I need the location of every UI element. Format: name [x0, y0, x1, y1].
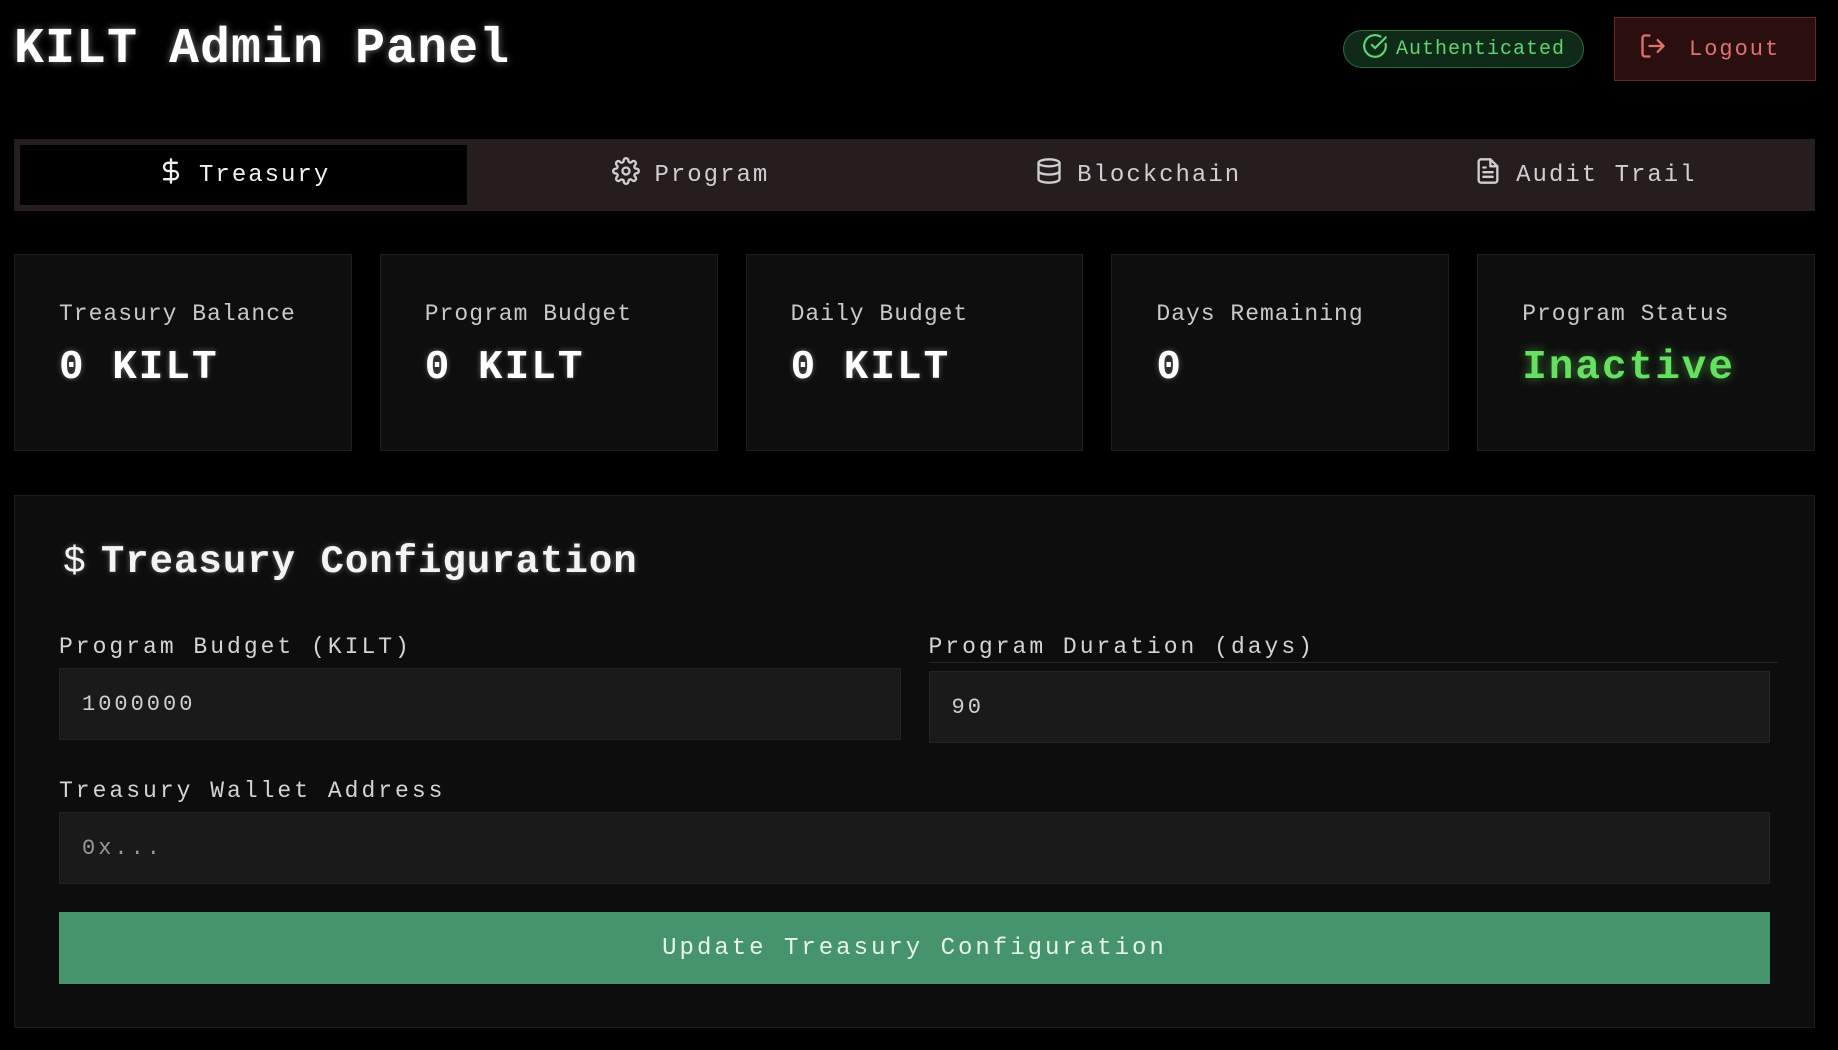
- tab-label: Program: [654, 161, 770, 189]
- status-badge: Inactive: [1522, 345, 1736, 391]
- stat-value: 0: [1156, 345, 1183, 391]
- stat-value: 0 KILT: [790, 345, 951, 391]
- tab-label: Treasury: [199, 161, 331, 189]
- program-budget-input[interactable]: [59, 668, 901, 740]
- program-duration-group: Program Duration (days): [928, 634, 1778, 743]
- stat-label: Program Budget: [424, 301, 633, 327]
- wallet-address-input[interactable]: [59, 812, 1770, 884]
- stat-treasury-balance: Treasury Balance 0 KILT: [14, 254, 352, 451]
- auth-status-text: Authenticated: [1395, 37, 1565, 61]
- file-text-icon: [1474, 157, 1502, 193]
- stat-label: Treasury Balance: [59, 301, 296, 327]
- gear-icon: [612, 157, 641, 193]
- tab-audit-trail[interactable]: Audit Trail: [1362, 145, 1809, 205]
- update-treasury-button[interactable]: Update Treasury Configuration: [59, 912, 1770, 984]
- section-title-text: Treasury Configuration: [100, 540, 638, 584]
- auth-status-badge: Authenticated: [1342, 30, 1584, 68]
- logout-button[interactable]: Logout: [1614, 17, 1816, 81]
- stat-label: Daily Budget: [790, 301, 969, 327]
- dollar-icon: [157, 157, 185, 193]
- stat-value: 0 KILT: [424, 345, 585, 391]
- tab-treasury[interactable]: Treasury: [20, 145, 468, 205]
- logout-label: Logout: [1689, 36, 1781, 62]
- form-row: Treasury Wallet Address: [59, 778, 1770, 884]
- admin-page: KILT Admin Panel Authenticated Logout Tr…: [0, 0, 1838, 1050]
- header: KILT Admin Panel Authenticated Logout: [14, 16, 1816, 82]
- stats-row: Treasury Balance 0 KILT Program Budget 0…: [14, 254, 1815, 451]
- program-budget-label: Program Budget (KILT): [59, 634, 412, 660]
- dollar-icon: $: [63, 540, 87, 584]
- stat-daily-budget: Daily Budget 0 KILT: [745, 254, 1084, 451]
- tab-blockchain[interactable]: Blockchain: [915, 145, 1362, 205]
- tab-bar: Treasury Program Blockchain Audit Trail: [14, 139, 1815, 211]
- stat-label: Program Status: [1522, 301, 1730, 327]
- stat-program-status: Program Status Inactive: [1477, 254, 1815, 451]
- program-budget-group: Program Budget (KILT): [59, 634, 901, 743]
- section-title: $ Treasury Configuration: [63, 540, 638, 584]
- database-icon: [1035, 157, 1063, 193]
- logout-icon: [1639, 32, 1667, 67]
- tab-label: Blockchain: [1077, 161, 1242, 189]
- stat-value: 0 KILT: [59, 345, 219, 391]
- program-duration-input[interactable]: [928, 671, 1770, 743]
- stat-label: Days Remaining: [1156, 301, 1364, 327]
- stat-program-budget: Program Budget 0 KILT: [379, 254, 718, 451]
- stat-days-remaining: Days Remaining 0: [1111, 254, 1450, 451]
- page-title: KILT Admin Panel: [14, 20, 511, 78]
- wallet-address-label: Treasury Wallet Address: [59, 778, 446, 804]
- header-actions: Authenticated Logout: [1342, 17, 1816, 81]
- program-duration-label: Program Duration (days): [928, 634, 1778, 663]
- tab-program[interactable]: Program: [467, 145, 914, 205]
- wallet-address-group: Treasury Wallet Address: [59, 778, 1770, 884]
- check-circle-icon: [1362, 33, 1388, 66]
- treasury-config-panel: $ Treasury Configuration Program Budget …: [14, 495, 1815, 1028]
- form-row: Program Budget (KILT) Program Duration (…: [59, 634, 1778, 743]
- tab-label: Audit Trail: [1516, 161, 1697, 189]
